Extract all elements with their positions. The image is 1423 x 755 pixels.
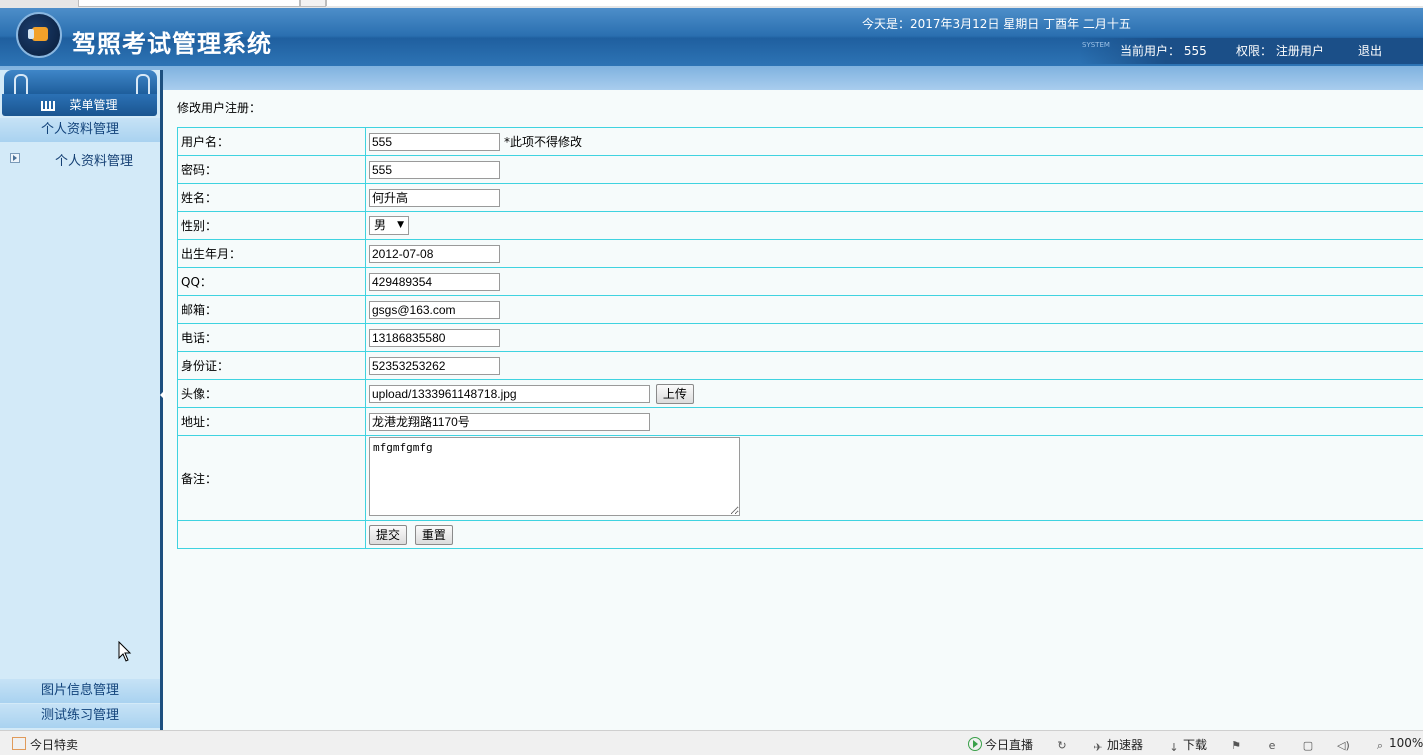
- remark-textarea[interactable]: mfgmfgmfg: [369, 437, 740, 516]
- refresh-icon[interactable]: ↻: [1056, 736, 1071, 752]
- address-field[interactable]: [369, 413, 650, 431]
- deals-label: 今日特卖: [30, 738, 78, 752]
- zoom-label: 100%: [1389, 736, 1423, 750]
- reset-button[interactable]: 重置: [415, 525, 453, 545]
- download-label: 下载: [1183, 738, 1207, 752]
- zoom-control[interactable]: ⌕100%: [1374, 736, 1423, 752]
- id-card-field[interactable]: [369, 357, 500, 375]
- hook-icon: [14, 74, 28, 96]
- play-icon: [968, 737, 982, 751]
- user-permission: 权限： 注册用户: [1236, 42, 1324, 59]
- qq-field[interactable]: [369, 273, 500, 291]
- form-row-name: 姓名：: [178, 184, 1423, 212]
- gender-label: 性别：: [178, 212, 366, 240]
- download-link[interactable]: ↓下载: [1168, 736, 1207, 754]
- menu-title-label: 菜单管理: [69, 98, 117, 112]
- download-icon: ↓: [1168, 742, 1180, 754]
- main-content: 修改用户注册： 用户名： *此项不得修改 密码： 姓名： 性别： 男 出生年月：…: [165, 90, 1423, 730]
- password-label: 密码：: [178, 156, 366, 184]
- phone-label: 电话：: [178, 324, 366, 352]
- user-info-bar: SYSTEM 当前用户： 555 权限： 注册用户 退出: [1080, 38, 1423, 64]
- menu-title: 菜单管理: [2, 94, 157, 116]
- system-mark: SYSTEM: [1082, 41, 1110, 49]
- name-label: 姓名：: [178, 184, 366, 212]
- avatar-label: 头像：: [178, 380, 366, 408]
- form-row-phone: 电话：: [178, 324, 1423, 352]
- gender-select[interactable]: 男: [369, 216, 409, 235]
- sound-icon[interactable]: ◁): [1337, 736, 1352, 752]
- browser-new-tab[interactable]: [300, 0, 326, 7]
- rocket-icon: ✈: [1092, 742, 1104, 754]
- form-row-remark: 备注： mfgmfgmfg: [178, 436, 1423, 521]
- form-row-qq: QQ：: [178, 268, 1423, 296]
- actions-spacer: [178, 521, 366, 549]
- window-icon[interactable]: ▢: [1302, 736, 1317, 752]
- form-title: 修改用户注册：: [177, 99, 261, 116]
- browser-tab[interactable]: [78, 0, 300, 7]
- form-row-id: 身份证：: [178, 352, 1423, 380]
- avatar-path-field[interactable]: [369, 385, 650, 403]
- deals-link[interactable]: 今日特卖: [12, 736, 78, 753]
- ie-icon[interactable]: e: [1266, 736, 1281, 752]
- id-label: 身份证：: [178, 352, 366, 380]
- logout-link[interactable]: 退出: [1358, 42, 1382, 59]
- menu-header: [4, 70, 157, 94]
- browser-address-bar[interactable]: [326, 0, 1423, 6]
- live-link[interactable]: 今日直播: [968, 736, 1033, 753]
- password-field[interactable]: [369, 161, 500, 179]
- phone-field[interactable]: [369, 329, 500, 347]
- address-label: 地址：: [178, 408, 366, 436]
- username-label: 用户名：: [178, 128, 366, 156]
- app-title: 驾照考试管理系统: [72, 24, 272, 59]
- app-logo-icon: [16, 12, 62, 58]
- sidebar-section-tests[interactable]: 测试练习管理: [0, 704, 160, 728]
- submit-button[interactable]: 提交: [369, 525, 407, 545]
- upload-button[interactable]: 上传: [656, 384, 694, 404]
- app-header: 驾照考试管理系统 今天是：2017年3月12日 星期日 丁酉年 二月十五 SYS…: [0, 8, 1423, 66]
- sidebar-item-label: 个人资料管理: [55, 150, 133, 169]
- remark-label: 备注：: [178, 436, 366, 521]
- form-row-username: 用户名： *此项不得修改: [178, 128, 1423, 156]
- qq-label: QQ：: [178, 268, 366, 296]
- user-edit-form: 用户名： *此项不得修改 密码： 姓名： 性别： 男 出生年月： QQ： 邮箱：: [177, 127, 1423, 549]
- accelerator-link[interactable]: ✈加速器: [1092, 736, 1143, 754]
- sidebar: 菜单管理 个人资料管理 个人资料管理 图片信息管理 测试练习管理: [0, 70, 163, 730]
- email-field[interactable]: [369, 301, 500, 319]
- form-row-address: 地址：: [178, 408, 1423, 436]
- accelerator-label: 加速器: [1107, 738, 1143, 752]
- form-row-birth: 出生年月：: [178, 240, 1423, 268]
- birth-label: 出生年月：: [178, 240, 366, 268]
- browser-status-bar: 今日特卖 今日直播 ↻ ✈加速器 ↓下载 ⚑ e ▢ ◁) ⌕100%: [0, 730, 1423, 755]
- form-row-email: 邮箱：: [178, 296, 1423, 324]
- date-display: 今天是：2017年3月12日 星期日 丁酉年 二月十五: [862, 15, 1131, 32]
- birth-field[interactable]: [369, 245, 500, 263]
- grid-icon: [41, 101, 55, 111]
- form-row-gender: 性别： 男: [178, 212, 1423, 240]
- form-row-password: 密码：: [178, 156, 1423, 184]
- current-user: 当前用户： 555: [1120, 42, 1207, 59]
- mouse-cursor-icon: [118, 641, 132, 663]
- header-band: [0, 66, 1423, 90]
- zoom-icon: ⌕: [1374, 740, 1386, 752]
- sidebar-section-personal[interactable]: 个人资料管理: [0, 118, 160, 142]
- flag-icon[interactable]: ⚑: [1230, 736, 1245, 752]
- live-label: 今日直播: [985, 738, 1033, 752]
- gift-icon: [12, 737, 26, 750]
- hook-icon: [136, 74, 150, 96]
- form-row-actions: 提交 重置: [178, 521, 1423, 549]
- sidebar-item-personal[interactable]: 个人资料管理: [10, 150, 150, 168]
- name-field[interactable]: [369, 189, 500, 207]
- form-row-avatar: 头像： 上传: [178, 380, 1423, 408]
- username-note: *此项不得修改: [504, 135, 582, 149]
- email-label: 邮箱：: [178, 296, 366, 324]
- sidebar-section-images[interactable]: 图片信息管理: [0, 679, 160, 703]
- username-field[interactable]: [369, 133, 500, 151]
- expand-arrow-icon: [10, 153, 20, 163]
